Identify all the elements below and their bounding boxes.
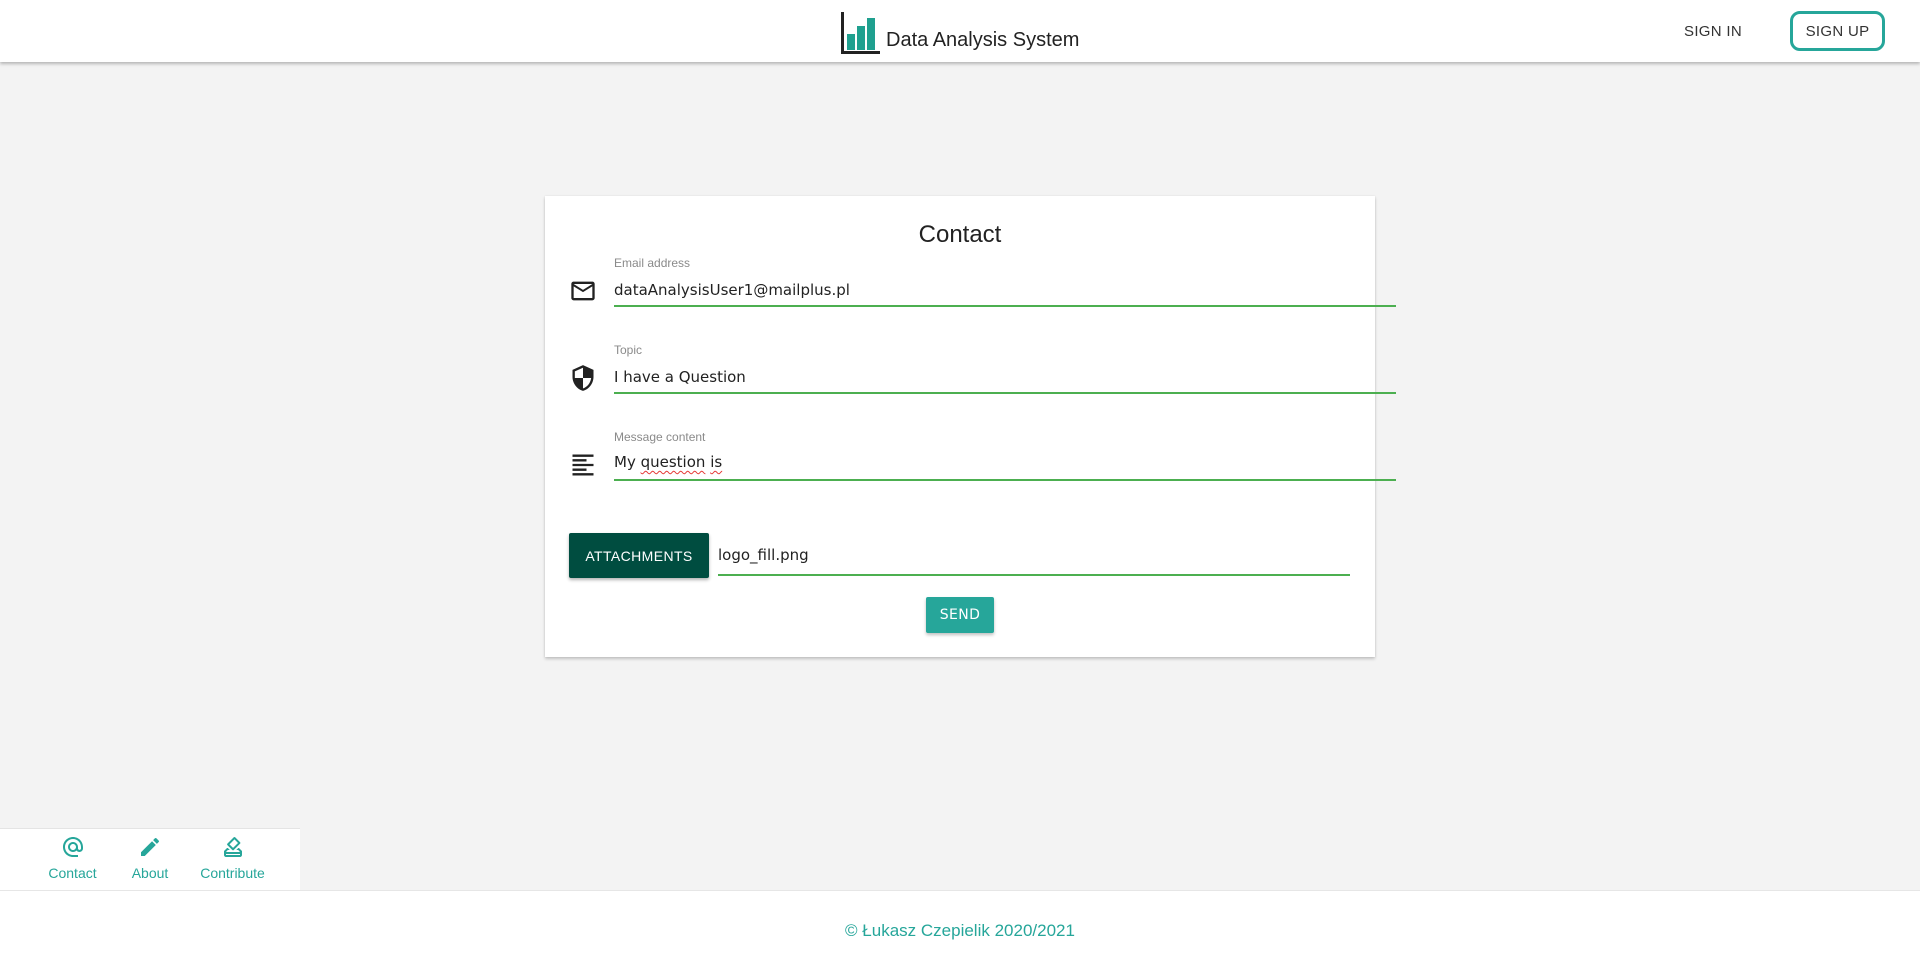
topic-input[interactable] <box>614 361 1396 394</box>
misspelled-word: question <box>640 453 706 471</box>
at-icon <box>62 837 83 857</box>
message-field-row: Message content My question is <box>545 430 1396 490</box>
bottom-nav: Contact About Contribute <box>0 828 300 890</box>
bottom-nav-about-label: About <box>131 865 169 881</box>
shield-icon <box>572 365 594 391</box>
bar-chart-logo-icon <box>841 12 880 54</box>
contact-title: Contact <box>918 221 1002 248</box>
sign-up-button[interactable]: SIGN UP <box>1790 11 1885 51</box>
contact-card: Contact Email address Topic Message cont… <box>545 196 1396 657</box>
top-navbar: Data Analysis System SIGN IN SIGN UP <box>0 0 1920 62</box>
email-field-row: Email address <box>545 256 1396 316</box>
mail-icon <box>571 281 595 301</box>
message-text-part: My <box>614 453 641 471</box>
contribute-icon <box>223 836 242 857</box>
message-label: Message content <box>614 430 706 444</box>
footer: © Łukasz Czepielik 2020/2021 <box>0 890 1920 965</box>
footer-copyright: © Łukasz Czepielik 2020/2021 <box>845 921 1075 940</box>
email-label: Email address <box>614 256 691 270</box>
topic-field-row: Topic <box>545 343 1396 403</box>
bottom-nav-about[interactable]: About <box>125 835 175 887</box>
bottom-nav-contribute[interactable]: Contribute <box>195 835 270 887</box>
send-button[interactable]: SEND <box>926 597 994 633</box>
brand-title: Data Analysis System <box>886 29 1080 51</box>
topic-label: Topic <box>614 343 643 357</box>
message-input[interactable]: My question is <box>614 448 1396 481</box>
sign-in-button[interactable]: SIGN IN <box>1668 14 1758 48</box>
bottom-nav-contact[interactable]: Contact <box>45 835 100 887</box>
misspelled-word: is <box>710 453 723 471</box>
email-input[interactable] <box>614 274 1396 307</box>
bottom-nav-contribute-label: Contribute <box>200 865 265 881</box>
text-align-icon <box>572 454 594 476</box>
bottom-nav-contact-label: Contact <box>48 865 97 881</box>
attachment-filename-field[interactable]: logo_fill.png <box>718 534 1350 576</box>
pencil-icon <box>141 837 160 856</box>
attachments-button[interactable]: ATTACHMENTS <box>569 533 709 578</box>
brand[interactable]: Data Analysis System <box>840 8 1079 54</box>
